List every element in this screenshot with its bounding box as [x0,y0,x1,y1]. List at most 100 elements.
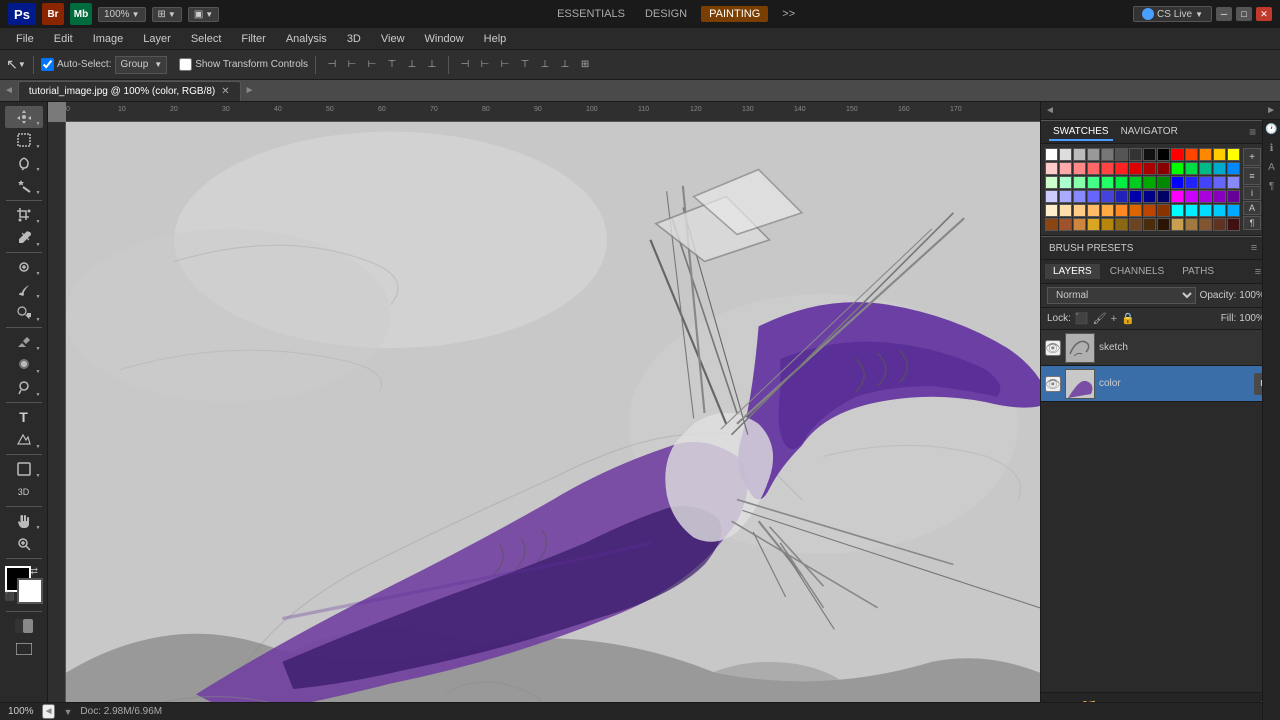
more-workspaces-btn[interactable]: >> [776,6,801,22]
menu-3d[interactable]: 3D [339,31,369,47]
swatch[interactable] [1227,218,1240,231]
align-right-btn[interactable]: ⊢ [363,56,381,74]
swatch[interactable] [1213,218,1226,231]
layers-tab[interactable]: LAYERS [1045,264,1100,279]
swatch[interactable] [1185,218,1198,231]
swatch[interactable] [1101,190,1114,203]
swatch[interactable] [1087,190,1100,203]
swatch[interactable] [1045,176,1058,189]
swatches-text-btn[interactable]: A [1243,201,1261,215]
swatch[interactable] [1059,148,1072,161]
layers-panel-menu[interactable]: ≡ [1255,266,1261,278]
swatch[interactable] [1115,176,1128,189]
layer-color-visibility[interactable]: 👁 [1045,376,1061,392]
hand-tool[interactable]: ▼ [5,510,43,532]
swatch[interactable] [1059,190,1072,203]
lock-pixels-btn[interactable]: ⬛ [1075,312,1089,325]
swatch[interactable] [1129,204,1142,217]
menu-layer[interactable]: Layer [135,31,179,47]
swatch[interactable] [1227,204,1240,217]
quick-mask-btn[interactable] [5,615,43,637]
swatch[interactable] [1073,190,1086,203]
swatch[interactable] [1101,218,1114,231]
swatch[interactable] [1087,162,1100,175]
swatch[interactable] [1129,176,1142,189]
swap-colors-btn[interactable]: ⇄ [31,566,43,578]
design-btn[interactable]: DESIGN [639,6,693,22]
swatch[interactable] [1101,162,1114,175]
tab-scroll-left[interactable]: ◄ [0,80,18,101]
swatches-add-btn[interactable]: + [1243,148,1261,166]
essentials-btn[interactable]: ESSENTIALS [551,6,631,22]
status-zoom[interactable]: 100% [8,706,34,717]
swatch[interactable] [1045,190,1058,203]
lock-image-btn[interactable]: 🖌 [1093,312,1107,325]
brush-tool[interactable]: ▼ [5,279,43,301]
panel-menu-btn-top[interactable]: ≡ [1249,125,1256,139]
opacity-value[interactable]: 100% [1239,290,1265,301]
swatch[interactable] [1129,148,1142,161]
lasso-tool[interactable]: ▼ [5,152,43,174]
swatch[interactable] [1171,190,1184,203]
eyedropper-tool[interactable]: ▼ [5,227,43,249]
layer-sketch-visibility[interactable]: 👁 [1045,340,1061,356]
swatches-view-btn[interactable]: ≡ [1243,167,1261,185]
swatch[interactable] [1143,162,1156,175]
swatch[interactable] [1213,148,1226,161]
swatch[interactable] [1143,176,1156,189]
default-colors-btn[interactable]: ⬛ [5,592,17,604]
background-color[interactable] [17,578,43,604]
info-icon[interactable]: ℹ [1264,143,1280,154]
swatch[interactable] [1227,148,1240,161]
transform-controls-checkbox[interactable]: Show Transform Controls [179,58,308,71]
clone-stamp-tool[interactable]: ▼ [5,302,43,324]
view-nav[interactable]: ⊞ ▼ [152,7,182,22]
swatch[interactable] [1129,162,1142,175]
swatch[interactable] [1213,162,1226,175]
dodge-tool[interactable]: ▼ [5,377,43,399]
swatch[interactable] [1171,162,1184,175]
swatch[interactable] [1185,162,1198,175]
dist-right-btn[interactable]: ⊢ [496,56,514,74]
swatch[interactable] [1073,162,1086,175]
swatch[interactable] [1101,204,1114,217]
swatch[interactable] [1059,204,1072,217]
swatch[interactable] [1171,218,1184,231]
swatch[interactable] [1157,218,1170,231]
autoselect-input[interactable] [41,58,54,71]
swatch[interactable] [1199,176,1212,189]
swatch[interactable] [1129,190,1142,203]
menu-help[interactable]: Help [476,31,515,47]
swatch[interactable] [1227,162,1240,175]
br-icon[interactable]: Br [42,3,64,25]
swatch[interactable] [1087,204,1100,217]
swatch[interactable] [1115,148,1128,161]
swatch[interactable] [1199,218,1212,231]
swatch[interactable] [1101,176,1114,189]
swatch[interactable] [1143,148,1156,161]
swatch[interactable] [1213,190,1226,203]
swatch[interactable] [1073,204,1086,217]
swatch[interactable] [1143,204,1156,217]
3d-tool[interactable]: 3D [5,481,43,503]
doc-tab-close[interactable]: ✕ [221,86,229,97]
swatch[interactable] [1185,148,1198,161]
swatch[interactable] [1045,162,1058,175]
swatches-para-btn[interactable]: ¶ [1243,216,1261,230]
channels-tab[interactable]: CHANNELS [1102,264,1172,279]
navigator-tab[interactable]: NAVIGATOR [1117,124,1182,141]
swatch[interactable] [1227,176,1240,189]
blur-tool[interactable]: ▼ [5,354,43,376]
status-prev-btn[interactable]: ◄ [42,704,56,719]
minimize-btn[interactable]: ─ [1216,7,1232,21]
maximize-btn[interactable]: □ [1236,7,1252,21]
dist-center-h-btn[interactable]: ⊢ [476,56,494,74]
swatch[interactable] [1087,148,1100,161]
align-left-btn[interactable]: ⊣ [323,56,341,74]
swatch[interactable] [1213,204,1226,217]
swatch[interactable] [1185,204,1198,217]
swatch[interactable] [1073,218,1086,231]
screen-nav[interactable]: ▣ ▼ [188,7,219,22]
menu-image[interactable]: Image [85,31,132,47]
layer-item-color[interactable]: 👁 color ku [1041,366,1280,402]
